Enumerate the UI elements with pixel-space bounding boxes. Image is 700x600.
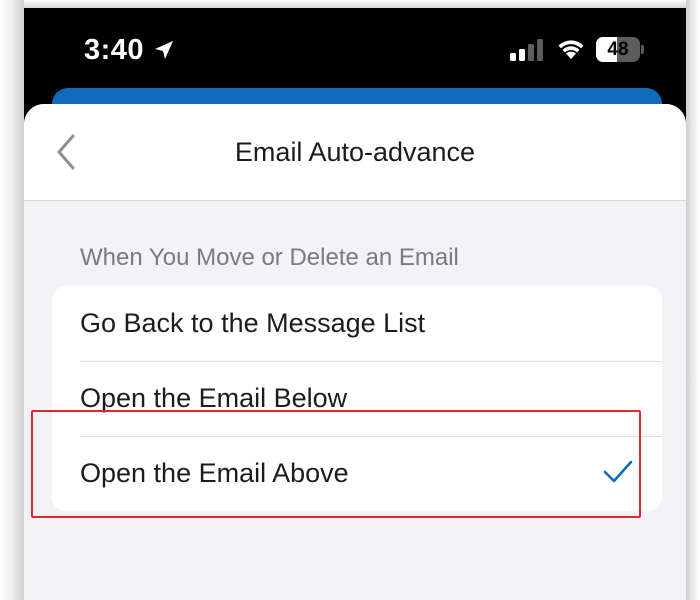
chevron-left-icon (57, 134, 75, 170)
battery-body: 48 (596, 37, 640, 62)
status-bar: 3:40 48 (24, 8, 686, 94)
battery-cap (641, 45, 644, 54)
option-label: Open the Email Below (80, 383, 348, 413)
option-label: Open the Email Above (80, 458, 349, 488)
page-title: Email Auto-advance (234, 137, 476, 167)
option-open-email-below[interactable]: Open the Email Below (52, 361, 662, 436)
back-button[interactable] (46, 132, 86, 172)
navigation-bar: Email Auto-advance (24, 104, 686, 201)
frame-right-edge (686, 0, 700, 600)
option-go-back-to-message-list[interactable]: Go Back to the Message List (52, 286, 662, 361)
location-arrow-icon (155, 41, 173, 59)
cellular-signal-icon (510, 39, 543, 61)
battery-level: 48 (607, 39, 629, 60)
option-open-email-above[interactable]: Open the Email Above (52, 436, 662, 511)
section-header: When You Move or Delete an Email (80, 244, 459, 271)
phone-screen: 3:40 48 Email Auto-advance When You Move… (24, 8, 686, 600)
status-time: 3:40 (84, 34, 145, 66)
option-label: Go Back to the Message List (80, 308, 426, 338)
battery-icon: 48 (596, 37, 644, 62)
auto-advance-options: Go Back to the Message List Open the Ema… (52, 286, 662, 511)
frame-left-edge (0, 0, 24, 600)
frame-top-edge (0, 0, 700, 8)
checkmark-icon (603, 460, 633, 483)
settings-sheet: Email Auto-advance When You Move or Dele… (24, 104, 686, 600)
wifi-icon (558, 40, 584, 59)
